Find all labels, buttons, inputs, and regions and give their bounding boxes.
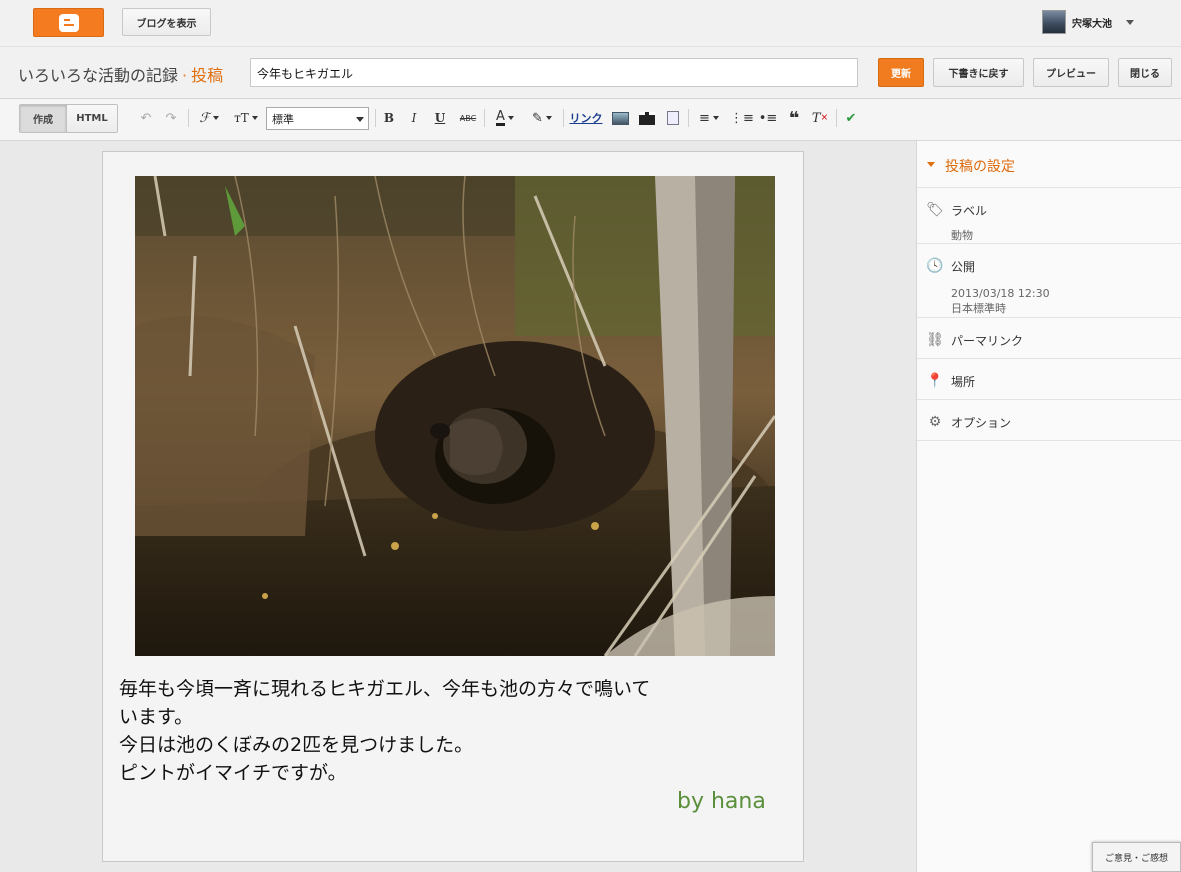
update-button[interactable]: 更新	[878, 58, 924, 87]
tag-icon: 🏷	[926, 202, 944, 218]
highlight-color-icon[interactable]: ✎	[527, 108, 557, 128]
link-icon: ⛓	[926, 332, 944, 348]
sidebar-item-labels[interactable]: 🏷 ラベル 動物	[917, 188, 1181, 244]
post-body-text[interactable]: 毎年も今頃一斉に現れるヒキガエル、今年も池の方々で鳴いて います。 今日は池のく…	[119, 675, 779, 787]
section-name: 投稿	[191, 66, 224, 85]
post-signature: by hana	[677, 789, 766, 814]
spellcheck-icon[interactable]: ✔	[842, 108, 860, 128]
feedback-button[interactable]: ご意見・ご感想	[1092, 842, 1181, 872]
editor-toolbar: 作成 HTML ↶ ↷ ℱ тT 標準 B I U ABC A ✎ リンク ≡ …	[0, 99, 1181, 141]
underline-icon[interactable]: U	[432, 108, 448, 128]
bulleted-list-icon[interactable]: •≡	[759, 108, 778, 128]
insert-jump-break-icon[interactable]	[663, 108, 682, 128]
tab-html[interactable]: HTML	[66, 105, 117, 132]
post-settings-header[interactable]: 投稿の設定	[917, 141, 1181, 188]
publish-datetime: 2013/03/18 12:30	[951, 287, 1050, 300]
text-color-icon[interactable]: A	[490, 108, 520, 128]
insert-video-icon[interactable]	[637, 108, 656, 128]
map-pin-icon: 📍	[926, 373, 944, 389]
blogger-logo-icon[interactable]	[33, 8, 104, 37]
user-menu[interactable]: 宍塚大池	[1042, 10, 1134, 34]
post-settings-sidebar: 投稿の設定 🏷 ラベル 動物 🕓 公開 2013/03/18 12:30 日本標…	[916, 141, 1181, 872]
sidebar-item-location[interactable]: 📍 場所	[917, 359, 1181, 400]
preview-button[interactable]: プレビュー	[1033, 58, 1109, 87]
undo-icon[interactable]: ↶	[137, 108, 155, 128]
revert-to-draft-button[interactable]: 下書きに戻す	[933, 58, 1024, 87]
clock-icon: 🕓	[926, 258, 944, 274]
numbered-list-icon[interactable]: ⋮≡	[730, 108, 754, 128]
insert-image-icon[interactable]	[611, 108, 630, 128]
strikethrough-icon[interactable]: ABC	[457, 108, 479, 128]
publish-timezone: 日本標準時	[951, 302, 1006, 315]
avatar	[1042, 10, 1066, 34]
post-title-input[interactable]: 今年もヒキガエル	[250, 58, 858, 87]
user-name: 宍塚大池	[1072, 18, 1112, 30]
chevron-down-icon	[1126, 19, 1134, 25]
labels-value: 動物	[951, 229, 973, 242]
view-blog-button[interactable]: ブログを表示	[122, 8, 211, 36]
clear-formatting-icon[interactable]: T ×	[811, 108, 829, 128]
align-icon[interactable]: ≡	[694, 108, 724, 128]
font-family-icon[interactable]: ℱ	[194, 108, 224, 128]
font-size-icon[interactable]: тT	[230, 108, 262, 128]
bold-icon[interactable]: B	[381, 108, 397, 128]
redo-icon[interactable]: ↷	[162, 108, 180, 128]
gear-icon: ⚙	[928, 414, 942, 430]
quote-icon[interactable]: ❝	[785, 108, 803, 129]
top-bar: ブログを表示 宍塚大池	[0, 0, 1181, 47]
sidebar-item-options[interactable]: ⚙ オプション	[917, 400, 1181, 441]
post-photo-toad[interactable]	[135, 176, 775, 656]
breadcrumb: いろいろな活動の記録 · 投稿	[18, 66, 224, 85]
mode-switch: 作成 HTML	[19, 104, 118, 133]
sidebar-item-publish[interactable]: 🕓 公開 2013/03/18 12:30 日本標準時	[917, 244, 1181, 318]
tab-compose[interactable]: 作成	[20, 105, 66, 132]
blog-name[interactable]: いろいろな活動の記録	[18, 66, 178, 85]
format-select[interactable]: 標準	[266, 107, 369, 130]
post-header: いろいろな活動の記録 · 投稿 今年もヒキガエル 更新 下書きに戻す プレビュー 閉…	[0, 47, 1181, 99]
italic-icon[interactable]: I	[406, 108, 422, 128]
link-button[interactable]: リンク	[568, 108, 604, 128]
collapse-triangle-icon	[927, 162, 935, 167]
sidebar-item-permalink[interactable]: ⛓ パーマリンク	[917, 318, 1181, 359]
close-button[interactable]: 閉じる	[1118, 58, 1172, 87]
